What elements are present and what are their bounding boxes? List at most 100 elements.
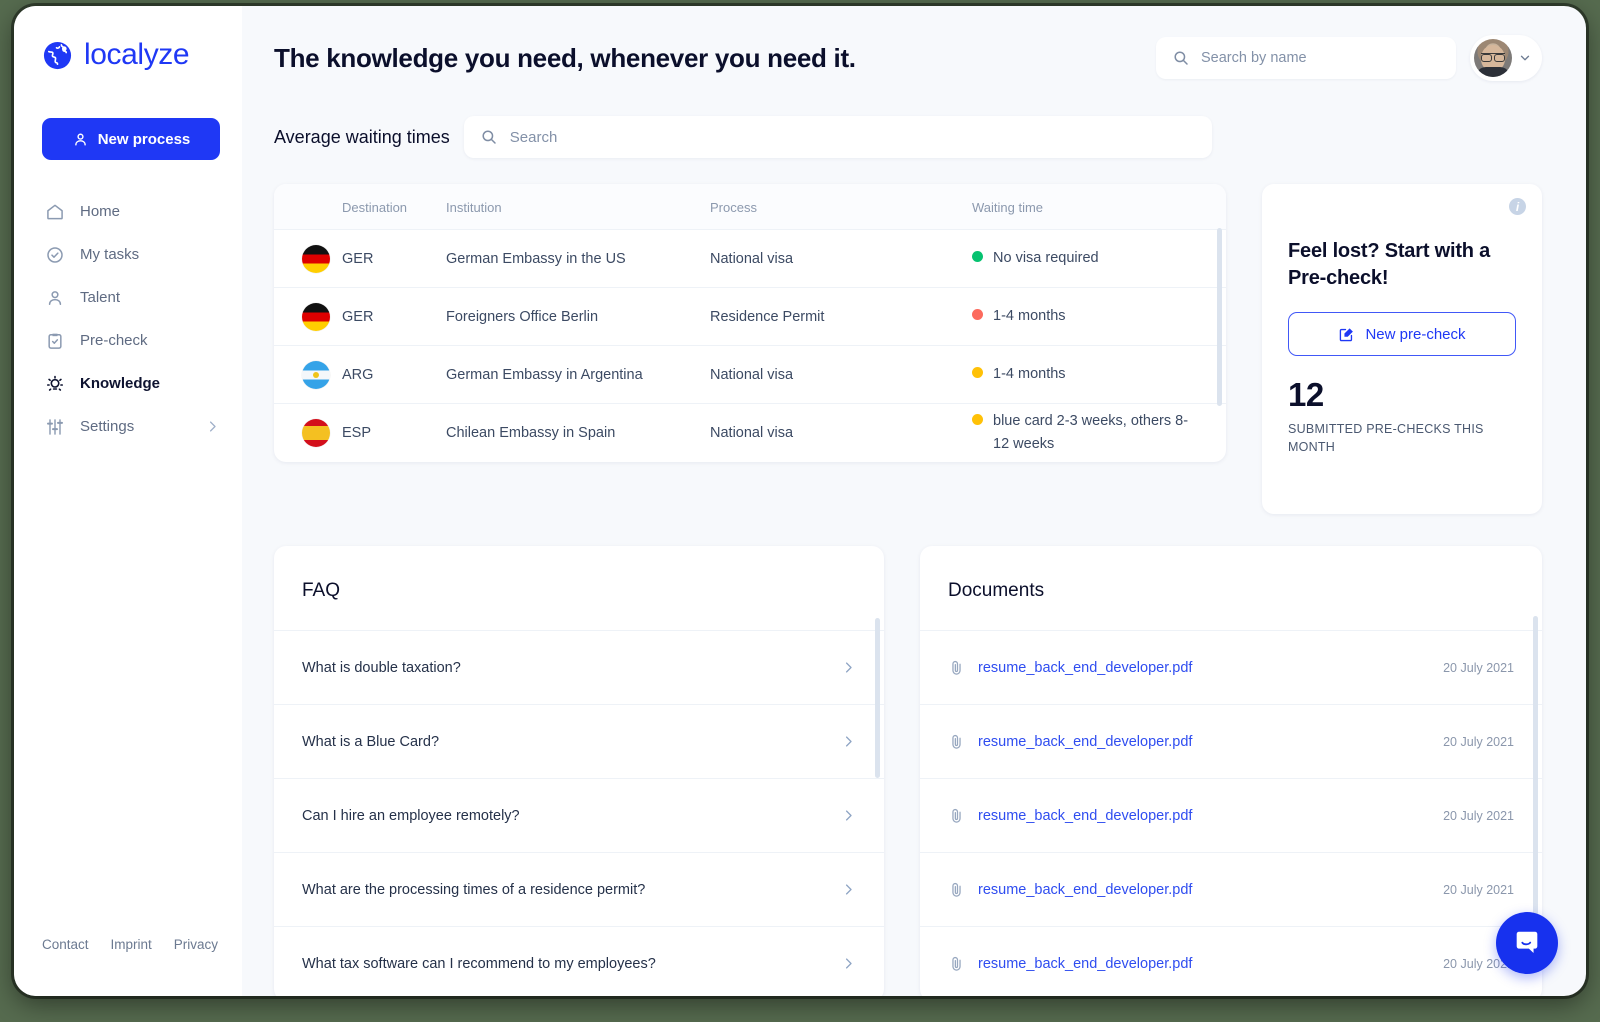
precheck-title: Feel lost? Start with a Pre-check! bbox=[1288, 240, 1491, 289]
sidebar-item-label: My tasks bbox=[80, 246, 140, 263]
app-window: localyze New process Home My tasks Talen… bbox=[14, 6, 1586, 996]
documents-panel: Documents resume_back_end_developer.pdf … bbox=[920, 546, 1542, 996]
document-item[interactable]: resume_back_end_developer.pdf 20 July 20… bbox=[920, 704, 1542, 778]
document-name: resume_back_end_developer.pdf bbox=[978, 807, 1193, 824]
sliders-icon bbox=[44, 416, 65, 437]
avatar bbox=[1474, 39, 1512, 77]
person-icon bbox=[44, 287, 65, 308]
faq-item[interactable]: Can I hire an employee remotely? bbox=[274, 778, 884, 852]
flag-icon-arg bbox=[302, 360, 330, 389]
sidebar-item-talent[interactable]: Talent bbox=[14, 276, 242, 319]
table-row[interactable]: GER Foreigners Office Berlin Residence P… bbox=[274, 287, 1226, 346]
document-name: resume_back_end_developer.pdf bbox=[978, 659, 1193, 676]
sidebar-item-my-tasks[interactable]: My tasks bbox=[14, 233, 242, 276]
user-menu[interactable] bbox=[1470, 35, 1542, 81]
new-pre-check-label: New pre-check bbox=[1365, 325, 1466, 343]
faq-question: What are the processing times of a resid… bbox=[302, 881, 646, 898]
new-pre-check-button[interactable]: New pre-check bbox=[1288, 312, 1516, 356]
submitted-prechecks-count: 12 bbox=[1288, 376, 1324, 413]
sidebar-item-label: Talent bbox=[80, 289, 121, 306]
precheck-card: i Feel lost? Start with a Pre-check! New… bbox=[1262, 184, 1542, 514]
document-name: resume_back_end_developer.pdf bbox=[978, 881, 1193, 898]
document-date: 20 July 2021 bbox=[1443, 660, 1514, 675]
column-header-institution: Institution bbox=[446, 184, 710, 230]
document-date: 20 July 2021 bbox=[1443, 808, 1514, 823]
chevron-right-icon bbox=[841, 882, 856, 897]
search-by-name-placeholder: Search by name bbox=[1201, 50, 1307, 66]
cell-waiting-time: 1-4 months bbox=[993, 308, 1066, 325]
sidebar-item-label: Knowledge bbox=[80, 375, 161, 392]
waiting-times-table: Destination Institution Process Waiting … bbox=[274, 184, 1226, 462]
search-by-name-input[interactable]: Search by name bbox=[1156, 37, 1456, 79]
topbar-right: Search by name bbox=[1156, 35, 1542, 81]
paperclip-icon bbox=[948, 807, 965, 824]
chevron-right-icon bbox=[205, 419, 220, 434]
check-circle-icon bbox=[44, 244, 65, 265]
table-row[interactable]: ARG German Embassy in Argentina National… bbox=[274, 345, 1226, 404]
column-header-process: Process bbox=[710, 184, 972, 230]
cell-institution: German Embassy in the US bbox=[446, 250, 626, 267]
sidebar-item-label: Home bbox=[80, 203, 121, 220]
search-icon bbox=[480, 128, 498, 146]
paperclip-icon bbox=[948, 733, 965, 750]
faq-item[interactable]: What is a Blue Card? bbox=[274, 704, 884, 778]
chevron-down-icon bbox=[1518, 51, 1532, 65]
chat-bubble-button[interactable] bbox=[1496, 912, 1558, 974]
document-item[interactable]: resume_back_end_developer.pdf 20 July 20… bbox=[920, 852, 1542, 926]
cell-waiting-time: 1-4 months bbox=[993, 366, 1066, 383]
info-icon[interactable]: i bbox=[1509, 198, 1526, 215]
waiting-times-search-input[interactable]: Search bbox=[463, 116, 1212, 158]
faq-item[interactable]: What is double taxation? bbox=[274, 630, 884, 704]
document-name: resume_back_end_developer.pdf bbox=[978, 955, 1193, 972]
table-row[interactable]: GER German Embassy in the US National vi… bbox=[274, 229, 1226, 288]
document-item[interactable]: resume_back_end_developer.pdf 20 July 20… bbox=[920, 630, 1542, 704]
sidebar-item-label: Pre-check bbox=[80, 332, 148, 349]
average-waiting-times-label: Average waiting times bbox=[274, 126, 450, 147]
sidebar-footer: Contact Imprint Privacy bbox=[14, 937, 242, 996]
cell-institution: German Embassy in Argentina bbox=[446, 366, 643, 383]
clipboard-check-icon bbox=[44, 330, 65, 351]
chevron-right-icon bbox=[841, 734, 856, 749]
cell-process: National visa bbox=[710, 424, 794, 441]
faq-panel: FAQ What is double taxation? What is a B… bbox=[274, 546, 884, 996]
new-process-button[interactable]: New process bbox=[42, 118, 220, 160]
document-item[interactable]: resume_back_end_developer.pdf 20 July 20… bbox=[920, 926, 1542, 996]
sidebar-item-pre-check[interactable]: Pre-check bbox=[14, 319, 242, 362]
flag-icon-ger bbox=[302, 244, 330, 273]
document-date: 20 July 2021 bbox=[1443, 882, 1514, 897]
footer-link-contact[interactable]: Contact bbox=[42, 937, 89, 952]
cell-destination: ESP bbox=[342, 424, 372, 441]
status-dot bbox=[972, 251, 983, 263]
search-icon bbox=[1172, 49, 1190, 67]
table-scrollbar[interactable] bbox=[1217, 228, 1222, 406]
faq-item[interactable]: What tax software can I recommend to my … bbox=[274, 926, 884, 996]
sidebar-item-settings[interactable]: Settings bbox=[14, 405, 242, 448]
document-item[interactable]: resume_back_end_developer.pdf 20 July 20… bbox=[920, 778, 1542, 852]
submitted-prechecks-caption: SUBMITTED PRE-CHECKS THIS MONTH bbox=[1288, 422, 1484, 455]
sidebar-item-label: Settings bbox=[80, 418, 135, 435]
brand-logo-area[interactable]: localyze bbox=[14, 6, 242, 72]
paperclip-icon bbox=[948, 955, 965, 972]
footer-link-imprint[interactable]: Imprint bbox=[111, 937, 152, 952]
globe-icon bbox=[42, 40, 73, 71]
faq-scrollbar[interactable] bbox=[875, 618, 880, 778]
faq-item[interactable]: What are the processing times of a resid… bbox=[274, 852, 884, 926]
cell-waiting-time: blue card 2-3 weeks, others 8-12 weeks bbox=[993, 413, 1189, 452]
faq-question: What tax software can I recommend to my … bbox=[302, 955, 656, 972]
new-process-label: New process bbox=[97, 130, 191, 148]
sidebar-item-knowledge[interactable]: Knowledge bbox=[14, 362, 242, 405]
column-header-flag bbox=[274, 184, 342, 230]
cell-institution: Foreigners Office Berlin bbox=[446, 308, 599, 325]
column-header-waiting-time: Waiting time bbox=[972, 184, 1226, 230]
table-row[interactable]: ESP Chilean Embassy in Spain National vi… bbox=[274, 404, 1226, 462]
footer-link-privacy[interactable]: Privacy bbox=[174, 937, 218, 952]
home-icon bbox=[44, 201, 65, 222]
document-name: resume_back_end_developer.pdf bbox=[978, 733, 1193, 750]
person-icon bbox=[72, 131, 89, 148]
table-header-row: Destination Institution Process Waiting … bbox=[274, 184, 1226, 230]
lightbulb-icon bbox=[44, 373, 65, 394]
sidebar-item-home[interactable]: Home bbox=[14, 190, 242, 233]
faq-title: FAQ bbox=[302, 580, 341, 601]
average-waiting-times-header: Average waiting times Search bbox=[274, 116, 1542, 158]
main-content: The knowledge you need, whenever you nee… bbox=[242, 6, 1586, 996]
